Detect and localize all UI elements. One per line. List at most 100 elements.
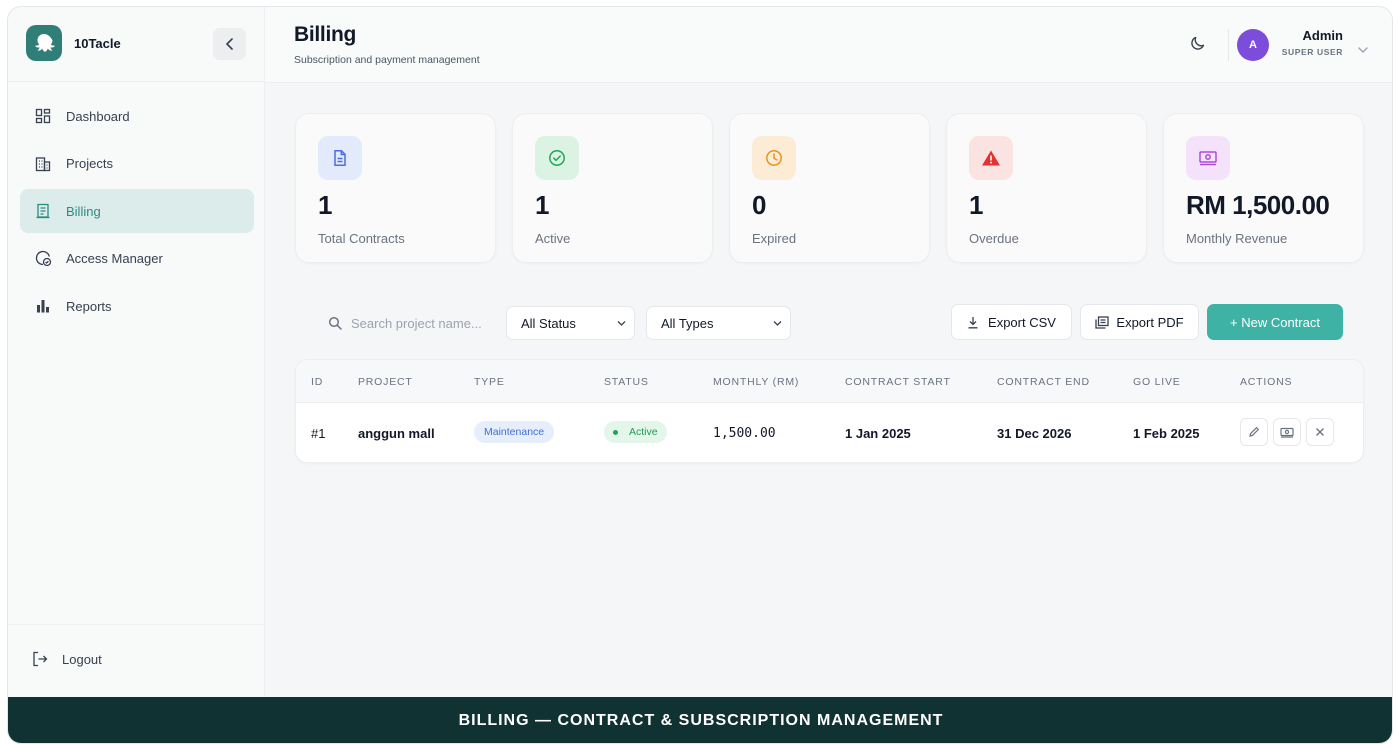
avatar[interactable]: A bbox=[1237, 29, 1269, 61]
money-icon bbox=[1186, 136, 1230, 180]
alert-triangle-icon bbox=[969, 136, 1013, 180]
sidebar-nav: Dashboard Projects Billing Access Manage… bbox=[20, 94, 254, 332]
stat-label: Expired bbox=[752, 231, 797, 246]
chevron-down-icon bbox=[617, 321, 626, 326]
octopus-logo-icon bbox=[26, 25, 62, 61]
column-header-status: STATUS bbox=[604, 376, 649, 388]
status-filter-value: All Status bbox=[521, 315, 576, 331]
payment-button[interactable] bbox=[1273, 418, 1301, 446]
column-header-contract-end: CONTRACT END bbox=[997, 376, 1090, 388]
column-header-project: PROJECT bbox=[358, 376, 413, 388]
stat-label: Active bbox=[535, 231, 571, 246]
stat-value: RM 1,500.00 bbox=[1186, 190, 1330, 220]
stat-card-monthly-revenue: RM 1,500.00 Monthly Revenue bbox=[1163, 113, 1364, 263]
page-subtitle: Subscription and payment management bbox=[294, 54, 480, 66]
status-badge: Active bbox=[604, 421, 667, 443]
page-header: Billing Subscription and payment managem… bbox=[265, 7, 1392, 83]
sidebar-item-billing[interactable]: Billing bbox=[20, 189, 254, 233]
sidebar: 10Tacle Dashboard Projects Billing Acces… bbox=[8, 7, 265, 697]
stat-label: Overdue bbox=[969, 231, 1019, 246]
user-role: SUPER USER bbox=[1281, 47, 1343, 57]
type-filter-select[interactable]: All Types bbox=[646, 306, 791, 340]
access-icon bbox=[34, 250, 52, 268]
status-label: Active bbox=[629, 426, 658, 438]
brand[interactable]: 10Tacle bbox=[26, 23, 121, 63]
stat-card-active: 1 Active bbox=[512, 113, 713, 263]
column-header-monthly: MONTHLY (RM) bbox=[713, 376, 800, 388]
theme-toggle-button[interactable] bbox=[1188, 33, 1208, 53]
sidebar-item-label: Reports bbox=[66, 298, 112, 314]
money-icon bbox=[1280, 427, 1294, 438]
export-csv-label: Export CSV bbox=[988, 314, 1056, 330]
check-circle-icon bbox=[535, 136, 579, 180]
sidebar-item-dashboard[interactable]: Dashboard bbox=[20, 94, 254, 138]
sidebar-item-label: Dashboard bbox=[66, 108, 130, 124]
sidebar-item-access-manager[interactable]: Access Manager bbox=[20, 237, 254, 281]
search-placeholder: Search project name... bbox=[351, 315, 482, 331]
stat-value: 0 bbox=[752, 190, 766, 220]
app-window: 10Tacle Dashboard Projects Billing Acces… bbox=[7, 6, 1393, 744]
user-name[interactable]: Admin bbox=[1303, 28, 1343, 43]
status-filter-select[interactable]: All Status bbox=[506, 306, 635, 340]
stat-card-overdue: 1 Overdue bbox=[946, 113, 1147, 263]
stat-card-expired: 0 Expired bbox=[729, 113, 930, 263]
cell-contract-end: 31 Dec 2026 bbox=[997, 426, 1072, 441]
cell-contract-start: 1 Jan 2025 bbox=[845, 426, 911, 441]
stat-card-total-contracts: 1 Total Contracts bbox=[295, 113, 496, 263]
new-contract-button[interactable]: + New Contract bbox=[1207, 304, 1343, 340]
stat-value: 1 bbox=[969, 190, 983, 220]
dashboard-icon bbox=[34, 107, 52, 125]
stat-value: 1 bbox=[318, 190, 332, 220]
receipt-icon bbox=[34, 202, 52, 220]
moon-icon bbox=[1191, 36, 1205, 50]
stat-label: Total Contracts bbox=[318, 231, 405, 246]
column-header-actions: ACTIONS bbox=[1240, 376, 1293, 388]
logout-label: Logout bbox=[62, 651, 102, 667]
divider bbox=[8, 624, 264, 625]
bar-chart-icon bbox=[34, 297, 52, 315]
edit-button[interactable] bbox=[1240, 418, 1268, 446]
contracts-table: ID PROJECT TYPE STATUS MONTHLY (RM) CONT… bbox=[295, 359, 1364, 463]
caption-banner: BILLING — CONTRACT & SUBSCRIPTION MANAGE… bbox=[8, 697, 1392, 743]
search-input[interactable]: Search project name... bbox=[314, 306, 503, 340]
collapse-sidebar-button[interactable] bbox=[213, 28, 246, 60]
type-badge: Maintenance bbox=[474, 421, 555, 443]
cell-go-live: 1 Feb 2025 bbox=[1133, 426, 1200, 441]
logout-button[interactable]: Logout bbox=[32, 650, 102, 668]
delete-button[interactable] bbox=[1306, 418, 1334, 446]
column-header-type: TYPE bbox=[474, 376, 505, 388]
divider bbox=[8, 81, 264, 82]
stat-label: Monthly Revenue bbox=[1186, 231, 1288, 246]
sidebar-item-label: Billing bbox=[66, 203, 101, 219]
close-icon bbox=[1316, 428, 1324, 436]
chevron-left-icon bbox=[225, 38, 233, 50]
sidebar-item-label: Access Manager bbox=[66, 251, 163, 266]
pencil-icon bbox=[1249, 426, 1260, 437]
column-header-go-live: GO LIVE bbox=[1133, 376, 1181, 388]
stat-value: 1 bbox=[535, 190, 549, 220]
chevron-down-icon bbox=[1358, 47, 1368, 53]
export-csv-button[interactable]: Export CSV bbox=[951, 304, 1072, 340]
download-icon bbox=[967, 315, 981, 329]
chevron-down-icon bbox=[773, 321, 782, 326]
search-icon bbox=[328, 316, 342, 330]
page-title: Billing bbox=[294, 23, 357, 46]
table-header: ID PROJECT TYPE STATUS MONTHLY (RM) CONT… bbox=[296, 360, 1363, 403]
column-header-id: ID bbox=[311, 376, 324, 388]
clock-icon bbox=[752, 136, 796, 180]
cell-project: anggun mall bbox=[358, 426, 435, 441]
document-icon bbox=[318, 136, 362, 180]
pdf-icon bbox=[1095, 315, 1110, 329]
export-pdf-label: Export PDF bbox=[1116, 314, 1184, 330]
app-name: 10Tacle bbox=[74, 35, 121, 51]
column-header-contract-start: CONTRACT START bbox=[845, 376, 951, 388]
sidebar-item-reports[interactable]: Reports bbox=[20, 284, 254, 328]
user-menu-toggle[interactable] bbox=[1358, 41, 1368, 53]
divider bbox=[1228, 29, 1229, 61]
sidebar-item-projects[interactable]: Projects bbox=[20, 142, 254, 186]
cell-monthly: 1,500.00 bbox=[713, 426, 776, 441]
building-icon bbox=[34, 155, 52, 173]
sidebar-item-label: Projects bbox=[66, 156, 113, 171]
export-pdf-button[interactable]: Export PDF bbox=[1080, 304, 1199, 340]
cell-id: #1 bbox=[311, 426, 326, 441]
